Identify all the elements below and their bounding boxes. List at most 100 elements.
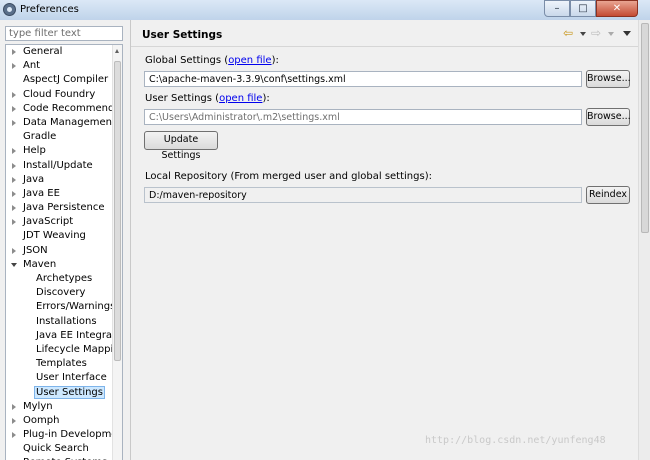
tree-item[interactable]: Java Persistence — [6, 201, 114, 215]
local-repository-field — [144, 187, 582, 203]
tree-item[interactable]: Installations — [6, 315, 114, 329]
user-browse-button[interactable]: Browse... — [586, 108, 631, 126]
view-menu-icon[interactable] — [623, 31, 631, 36]
tree-item-label: Install/Update — [23, 159, 93, 171]
tree-item-label: Java EE — [23, 187, 60, 199]
tree-item-label: Ant — [23, 60, 41, 72]
collapsed-arrow-icon[interactable] — [12, 91, 16, 98]
tree-item[interactable]: User Interface — [6, 371, 114, 385]
tree-item[interactable]: Mylyn — [6, 400, 114, 414]
tree-item-label: Java EE Integration — [36, 329, 123, 341]
tree-item-label: Java Persistence — [23, 202, 105, 214]
page-scrollbar[interactable] — [638, 20, 650, 460]
tree-item-label: General — [23, 46, 63, 57]
tree-item[interactable]: Errors/Warnings — [6, 300, 116, 314]
tree-item[interactable]: JSON — [6, 244, 114, 258]
collapsed-arrow-icon[interactable] — [12, 148, 16, 155]
tree-item[interactable]: Gradle — [6, 130, 114, 144]
collapsed-arrow-icon[interactable] — [12, 190, 16, 197]
tree-item[interactable]: Help — [6, 144, 114, 158]
page-title: User Settings — [142, 29, 223, 41]
collapsed-arrow-icon[interactable] — [12, 119, 16, 126]
tree-item-label: AspectJ Compiler — [23, 74, 109, 86]
tree-scrollbar[interactable] — [112, 45, 122, 460]
global-settings-label: Global Settings (open file): — [145, 55, 279, 66]
tree-item[interactable]: Quick Search — [6, 442, 114, 456]
user-settings-label-suffix: ): — [262, 93, 270, 104]
collapsed-arrow-icon[interactable] — [12, 49, 16, 55]
title-bar: Preferences – □ ✕ — [0, 0, 650, 20]
collapsed-arrow-icon[interactable] — [12, 432, 16, 439]
tree-item[interactable]: Lifecycle Mappings — [6, 343, 122, 357]
tree-item-label: Mylyn — [23, 400, 53, 412]
collapsed-arrow-icon[interactable] — [12, 219, 16, 226]
tree-item-label: User Interface — [36, 372, 107, 384]
collapsed-arrow-icon[interactable] — [12, 417, 16, 424]
tree-item[interactable]: Plug-in Development — [6, 428, 122, 442]
tree-item[interactable]: Code Recommenders — [6, 102, 122, 116]
tree-item-label: Data Management — [23, 116, 116, 128]
user-open-file-link[interactable]: open file — [219, 93, 262, 104]
tree-item[interactable]: Remote Systems — [6, 456, 114, 460]
collapsed-arrow-icon[interactable] — [12, 162, 16, 169]
update-settings-button[interactable]: Update Settings — [144, 131, 218, 161]
tree-scrollbar-thumb[interactable] — [114, 61, 121, 361]
collapsed-arrow-icon[interactable] — [12, 205, 16, 212]
user-settings-field[interactable] — [144, 109, 582, 125]
tree-item[interactable]: Discovery — [6, 286, 114, 300]
header-separator — [131, 46, 639, 47]
reindex-button[interactable]: Reindex — [586, 186, 630, 204]
global-open-file-link[interactable]: open file — [228, 55, 271, 66]
tree-item-label: Java — [23, 173, 45, 185]
preference-tree-list: General Ant AspectJ Compiler Cloud Foundry C… — [6, 45, 122, 460]
maximize-button[interactable]: □ — [570, 0, 596, 17]
tree-item-label: Code Recommenders — [23, 102, 123, 114]
scroll-up-arrow-icon[interactable] — [115, 49, 119, 53]
tree-item[interactable]: AspectJ Compiler — [6, 73, 114, 87]
tree-item[interactable]: Java EE — [6, 187, 114, 201]
tree-item-label: Help — [23, 145, 46, 157]
tree-item-label: Errors/Warnings — [36, 301, 116, 313]
minimize-button[interactable]: – — [544, 0, 570, 17]
collapsed-arrow-icon[interactable] — [12, 105, 16, 112]
tree-item[interactable]: Java EE Integration — [6, 329, 122, 343]
tree-item[interactable]: Java — [6, 173, 114, 187]
tree-item[interactable]: Data Management — [6, 116, 116, 130]
watermark: http://blog.csdn.net/yunfeng48 — [425, 435, 606, 446]
preference-tree: General Ant AspectJ Compiler Cloud Foundry C… — [5, 44, 123, 460]
forward-dropdown-icon[interactable] — [608, 32, 614, 36]
forward-arrow-icon[interactable]: ⇨ — [591, 26, 605, 40]
filter-input[interactable] — [5, 26, 123, 41]
tree-item[interactable]: Install/Update — [6, 159, 114, 173]
expanded-arrow-icon[interactable] — [11, 262, 17, 267]
window-title: Preferences — [20, 4, 79, 15]
tree-item[interactable]: Templates — [6, 357, 114, 371]
global-settings-field[interactable] — [144, 71, 582, 87]
tree-item-label: JavaScript — [23, 216, 74, 228]
tree-item[interactable]: General — [6, 45, 114, 59]
global-browse-button[interactable]: Browse... — [586, 70, 631, 88]
tree-item[interactable]: Cloud Foundry — [6, 88, 114, 102]
tree-item[interactable]: Ant — [6, 59, 114, 73]
tree-item-label: Installations — [36, 315, 97, 327]
collapsed-arrow-icon[interactable] — [12, 247, 16, 254]
back-dropdown-icon[interactable] — [580, 32, 586, 36]
tree-item[interactable]: Archetypes — [6, 272, 114, 286]
collapsed-arrow-icon[interactable] — [12, 63, 16, 70]
tree-item[interactable]: Maven — [6, 258, 114, 272]
tree-item-label: User Settings — [34, 385, 105, 399]
tree-item[interactable]: Oomph — [6, 414, 114, 428]
tree-item-label: Quick Search — [23, 443, 89, 455]
page-scrollbar-thumb[interactable] — [641, 23, 649, 233]
tree-item-label: Templates — [36, 358, 87, 370]
collapsed-arrow-icon[interactable] — [12, 176, 16, 183]
tree-item[interactable]: JavaScript — [6, 215, 114, 229]
collapsed-arrow-icon[interactable] — [12, 403, 16, 410]
close-button[interactable]: ✕ — [596, 0, 638, 17]
user-settings-label: User Settings (open file): — [145, 93, 270, 104]
back-arrow-icon[interactable]: ⇦ — [563, 26, 577, 40]
global-settings-label-suffix: ): — [271, 55, 279, 66]
tree-item-label: Maven — [23, 258, 57, 270]
tree-item[interactable]: JDT Weaving — [6, 229, 114, 243]
tree-item[interactable]: User Settings — [6, 385, 114, 400]
